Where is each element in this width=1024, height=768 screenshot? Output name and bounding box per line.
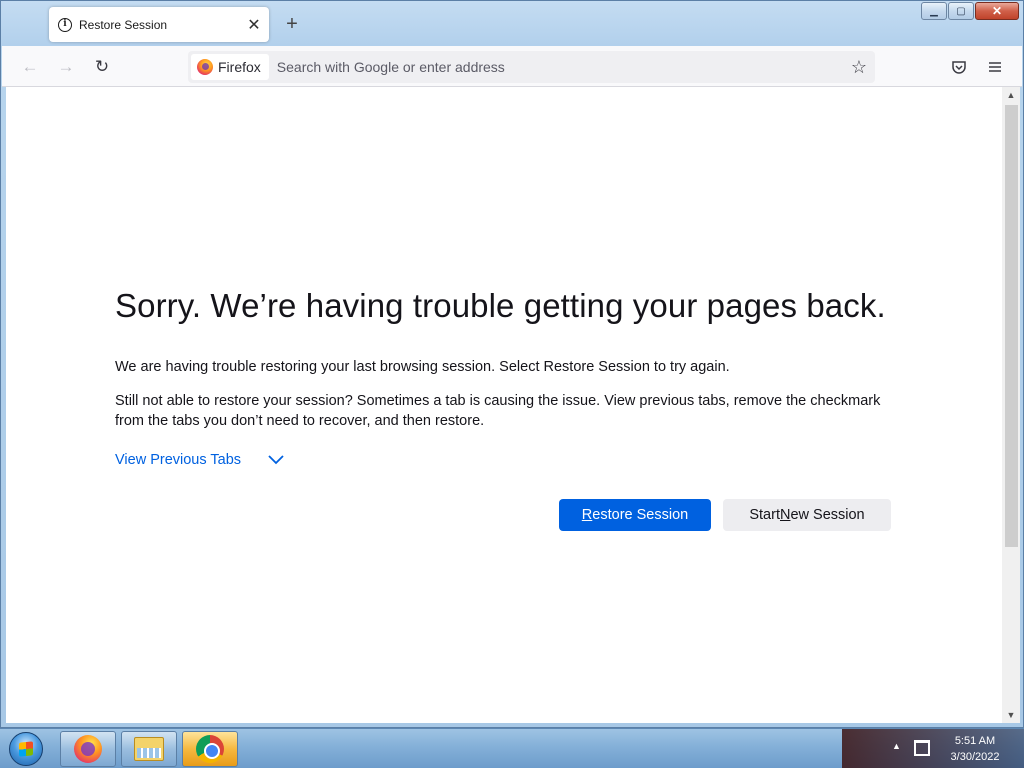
close-window-button[interactable]: ✕	[975, 2, 1019, 20]
show-hidden-icons-icon[interactable]: ▲	[892, 741, 901, 751]
scroll-down-icon[interactable]: ▼	[1002, 707, 1020, 723]
page-title: Sorry. We’re having trouble getting your…	[115, 287, 886, 324]
taskbar-explorer[interactable]	[121, 731, 177, 767]
restore-label-rest: estore Session	[592, 507, 689, 523]
identity-box[interactable]: Firefox	[191, 54, 269, 80]
taskbar-chrome[interactable]	[182, 731, 238, 767]
hamburger-menu-icon	[989, 62, 1001, 72]
restore-description: We are having trouble restoring your las…	[115, 359, 730, 375]
forward-button[interactable]: →	[52, 53, 80, 81]
firefox-icon	[74, 735, 102, 763]
start-new-session-button[interactable]: Start New Session	[723, 499, 891, 531]
view-previous-tabs-toggle[interactable]: View Previous Tabs	[115, 451, 285, 469]
system-tray: ▲ 5:51 AM 3/30/2022	[842, 729, 1024, 768]
url-bar[interactable]: Firefox ☆	[188, 51, 875, 83]
scroll-up-icon[interactable]: ▲	[1002, 87, 1020, 103]
chrome-icon	[196, 735, 224, 763]
minimize-button[interactable]: ▁	[921, 2, 947, 20]
vertical-scrollbar[interactable]: ▲ ▼	[1002, 87, 1020, 723]
tab-restore-session[interactable]: i Restore Session ✕	[49, 7, 269, 42]
pocket-button[interactable]	[945, 53, 973, 81]
new-session-access-key: N	[779, 507, 791, 523]
view-previous-tabs-label: View Previous Tabs	[115, 452, 242, 468]
window-controls: ▁ ▢ ✕	[921, 2, 1019, 20]
restore-access-key: R	[581, 507, 593, 523]
pocket-icon	[952, 61, 966, 74]
navigation-toolbar: ← → ↻ Firefox ☆	[2, 46, 1022, 87]
back-button[interactable]: ←	[16, 53, 44, 81]
new-session-label-start: Start	[749, 507, 780, 523]
new-session-label-end: ew Session	[790, 507, 865, 523]
scroll-thumb[interactable]	[1005, 105, 1018, 547]
page-content: Sorry. We’re having trouble getting your…	[6, 87, 1002, 723]
taskbar: ▲ 5:51 AM 3/30/2022	[0, 728, 1024, 768]
chevron-down-icon	[267, 451, 285, 469]
tab-strip: i Restore Session ✕ + ▁ ▢ ✕	[1, 1, 1023, 46]
tab-close-icon[interactable]: ✕	[241, 12, 267, 38]
still-not-able-description: Still not able to restore your session? …	[115, 393, 881, 429]
taskbar-firefox[interactable]	[60, 731, 116, 767]
bookmark-star-icon[interactable]: ☆	[845, 53, 873, 81]
browser-window: i Restore Session ✕ + ▁ ▢ ✕ ← → ↻ Firefo…	[0, 0, 1024, 728]
info-icon: i	[58, 17, 72, 32]
clock[interactable]: 5:51 AM 3/30/2022	[942, 733, 1008, 765]
start-button[interactable]	[6, 731, 46, 767]
restore-session-button[interactable]: Restore Session	[559, 499, 711, 531]
clock-date: 3/30/2022	[950, 751, 1000, 763]
maximize-button[interactable]: ▢	[948, 2, 974, 20]
identity-label: Firefox	[218, 59, 261, 75]
reload-button[interactable]: ↻	[88, 53, 116, 81]
network-icon[interactable]	[914, 740, 930, 756]
menu-button[interactable]	[981, 53, 1009, 81]
windows-logo-icon	[9, 732, 43, 766]
url-input[interactable]	[276, 59, 845, 75]
clock-time: 5:51 AM	[954, 735, 996, 747]
explorer-icon	[134, 737, 164, 761]
tab-title: Restore Session	[79, 17, 168, 32]
firefox-icon	[197, 59, 213, 75]
new-tab-button[interactable]: +	[279, 11, 305, 37]
